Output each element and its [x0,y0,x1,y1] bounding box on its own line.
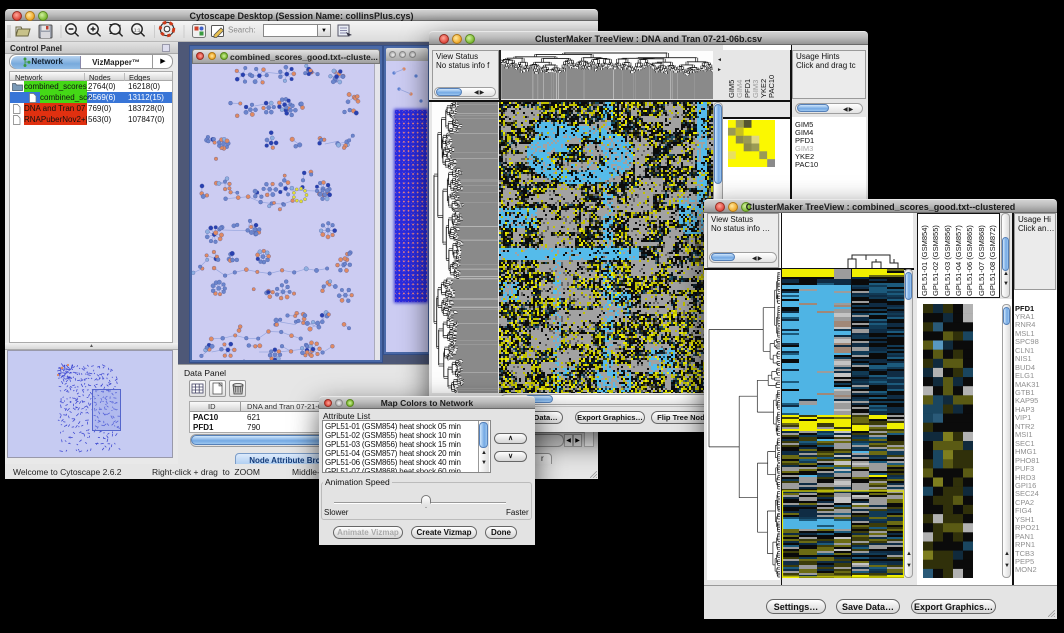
svg-text:Search:: Search: [228,26,256,35]
svg-text:1:1: 1:1 [134,27,141,32]
